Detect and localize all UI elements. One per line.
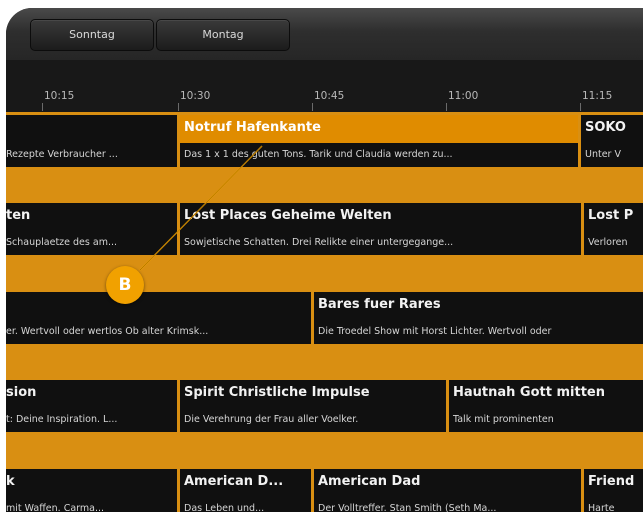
callout-marker: B <box>106 266 144 304</box>
callout-leader-line <box>139 145 263 271</box>
screenshot-frame: Sonntag Montag 10:15 10:30 10:45 11:00 1… <box>0 0 643 512</box>
